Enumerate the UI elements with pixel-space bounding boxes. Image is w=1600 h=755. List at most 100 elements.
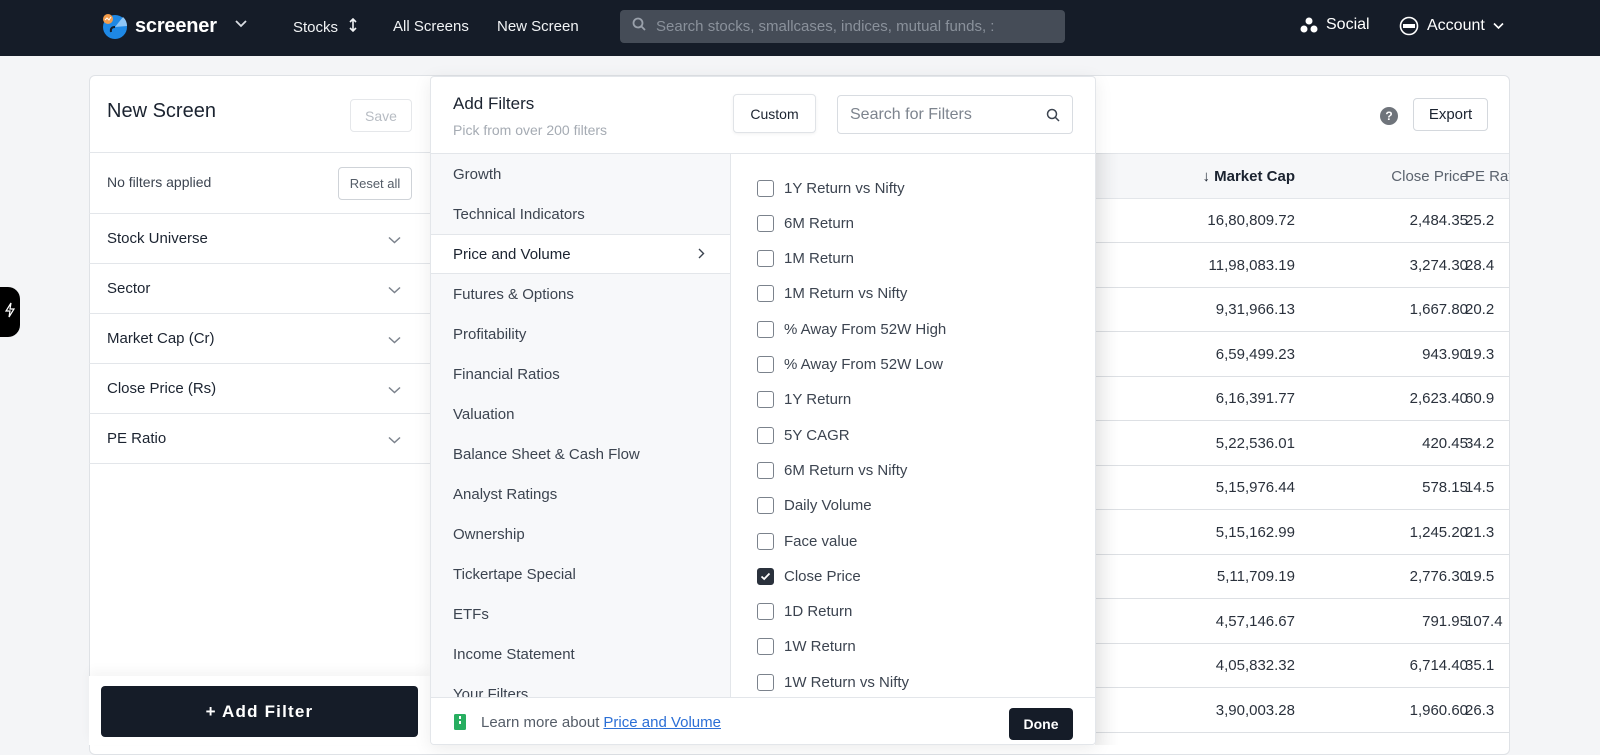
filters-sidebar: New Screen Save No filters applied Reset… bbox=[89, 75, 431, 755]
checkbox-checked[interactable] bbox=[757, 567, 774, 585]
filter-accordion-item[interactable]: Stock Universe bbox=[89, 214, 431, 264]
table-row[interactable]: 6,59,499.23 943.90 19.3 bbox=[1095, 333, 1509, 377]
checkbox[interactable] bbox=[757, 250, 774, 268]
filter-accordion-item[interactable]: Market Cap (Cr) bbox=[89, 314, 431, 364]
filter-option[interactable]: % Away From 52W Low bbox=[757, 353, 943, 377]
checkbox[interactable] bbox=[757, 285, 774, 303]
cell-market-cap: 16,80,809.72 bbox=[1207, 212, 1295, 229]
table-row[interactable]: 5,11,709.19 2,776.30 19.5 bbox=[1095, 555, 1509, 599]
table-row[interactable]: 5,22,536.01 420.45 34.2 bbox=[1095, 422, 1509, 466]
nav-account[interactable]: Account bbox=[1399, 16, 1504, 36]
filter-option[interactable]: 1W Return bbox=[757, 635, 856, 659]
column-header-market-cap[interactable]: ↓ Market Cap bbox=[1202, 168, 1295, 185]
table-row[interactable]: 16,80,809.72 2,484.35 25.2 bbox=[1095, 199, 1509, 243]
cell-close-price: 2,484.35 bbox=[1409, 212, 1468, 229]
checkbox[interactable] bbox=[757, 426, 774, 444]
filter-category[interactable]: Tickertape Special bbox=[431, 554, 730, 594]
table-row[interactable]: 5,15,162.99 1,245.20 21.3 bbox=[1095, 511, 1509, 555]
cell-pe-ratio: 19.5 bbox=[1465, 568, 1495, 585]
filter-option[interactable]: 1M Return vs Nifty bbox=[757, 282, 907, 306]
save-button[interactable]: Save bbox=[350, 99, 412, 132]
filter-category-label: Valuation bbox=[453, 405, 515, 423]
table-row[interactable]: 9,31,966.13 1,667.80 20.2 bbox=[1095, 288, 1509, 332]
table-row[interactable]: 3,90,003.28 1,960.60 26.3 bbox=[1095, 689, 1509, 733]
cell-pe-ratio: 26.3 bbox=[1465, 701, 1495, 719]
checkbox[interactable] bbox=[757, 391, 774, 409]
filter-search[interactable] bbox=[837, 95, 1073, 134]
filter-category[interactable]: Income Statement bbox=[431, 634, 730, 674]
filter-category[interactable]: Ownership bbox=[431, 514, 730, 554]
nav-social[interactable]: Social bbox=[1300, 16, 1370, 34]
filter-option[interactable]: 1Y Return bbox=[757, 388, 851, 412]
cell-market-cap: 3,90,003.28 bbox=[1215, 701, 1295, 719]
filter-category-label: Balance Sheet & Cash Flow bbox=[453, 445, 640, 463]
cell-close-price: 1,960.60 bbox=[1409, 701, 1468, 719]
filter-option[interactable]: Daily Volume bbox=[757, 494, 872, 518]
brand-menu-chevron-icon[interactable] bbox=[234, 16, 248, 32]
cell-close-price: 3,274.30 bbox=[1409, 256, 1468, 274]
filter-category[interactable]: Growth bbox=[431, 154, 730, 194]
global-search-input[interactable] bbox=[656, 18, 1026, 35]
export-button[interactable]: Export bbox=[1413, 98, 1488, 131]
chevron-down-icon bbox=[388, 331, 401, 348]
checkbox[interactable] bbox=[757, 356, 774, 373]
filter-search-input[interactable] bbox=[850, 105, 1040, 124]
column-header-pe-ratio[interactable]: PE Ratio bbox=[1465, 168, 1509, 185]
done-button[interactable]: Done bbox=[1009, 708, 1073, 740]
filter-category[interactable]: Valuation bbox=[431, 394, 730, 434]
table-row[interactable]: 5,15,976.44 578.15 14.5 bbox=[1095, 466, 1509, 510]
table-row[interactable]: 4,05,832.32 6,714.40 35.1 bbox=[1095, 644, 1509, 688]
filter-option[interactable]: 5Y CAGR bbox=[757, 423, 850, 447]
filter-category[interactable]: Analyst Ratings bbox=[431, 474, 730, 514]
filter-category[interactable]: ETFs bbox=[431, 594, 730, 634]
filter-option[interactable]: % Away From 52W High bbox=[757, 317, 946, 341]
filter-category[interactable]: Financial Ratios bbox=[431, 354, 730, 394]
filter-option-label: 1W Return bbox=[784, 638, 856, 656]
custom-filter-button[interactable]: Custom bbox=[733, 94, 816, 133]
filter-category[interactable]: Technical Indicators bbox=[431, 194, 730, 234]
checkbox[interactable] bbox=[757, 461, 774, 479]
checkbox[interactable] bbox=[757, 603, 774, 621]
help-icon[interactable]: ? bbox=[1380, 107, 1398, 125]
filter-option[interactable]: 1W Return vs Nifty bbox=[757, 670, 909, 694]
filter-option[interactable]: 6M Return vs Nifty bbox=[757, 458, 907, 482]
global-search[interactable] bbox=[620, 10, 1065, 43]
filter-category[interactable]: Your Filters bbox=[431, 674, 730, 698]
filter-category[interactable]: Profitability bbox=[431, 314, 730, 354]
column-header-close-price[interactable]: Close Price bbox=[1391, 168, 1468, 185]
checkbox[interactable] bbox=[757, 179, 774, 197]
cell-market-cap: 9,31,966.13 bbox=[1215, 301, 1295, 318]
nav-all-screens[interactable]: All Screens bbox=[393, 18, 469, 35]
checkbox[interactable] bbox=[757, 673, 774, 691]
checkbox[interactable] bbox=[757, 638, 774, 656]
filter-category[interactable]: Futures & Options bbox=[431, 274, 730, 314]
floating-side-tab[interactable] bbox=[0, 287, 20, 337]
learn-more-link[interactable]: Price and Volume bbox=[603, 714, 721, 731]
reset-all-button[interactable]: Reset all bbox=[338, 167, 412, 200]
nav-stocks[interactable]: Stocks bbox=[293, 17, 358, 36]
add-filter-button[interactable]: + Add Filter bbox=[101, 686, 418, 737]
filter-option[interactable]: Face value bbox=[757, 529, 857, 553]
chevron-right-icon bbox=[698, 246, 705, 262]
filter-accordion-item[interactable]: Sector bbox=[89, 264, 431, 314]
checkbox[interactable] bbox=[757, 497, 774, 515]
filter-category-active[interactable]: Price and Volume bbox=[431, 234, 730, 274]
nav-new-screen[interactable]: New Screen bbox=[497, 18, 579, 35]
filter-option[interactable]: 1Y Return vs Nifty bbox=[757, 176, 905, 200]
brand-logo[interactable]: screener bbox=[101, 12, 217, 40]
filter-option[interactable]: 1M Return bbox=[757, 247, 854, 271]
filter-category[interactable]: Balance Sheet & Cash Flow bbox=[431, 434, 730, 474]
table-row[interactable]: 4,57,146.67 791.95 107.4 bbox=[1095, 600, 1509, 644]
filter-option[interactable]: Close Price bbox=[757, 564, 861, 588]
filter-accordion-item[interactable]: Close Price (Rs) bbox=[89, 364, 431, 414]
checkbox[interactable] bbox=[757, 214, 774, 232]
filter-option-label: Daily Volume bbox=[784, 497, 872, 515]
filter-option-label: Close Price bbox=[784, 567, 861, 585]
checkbox[interactable] bbox=[757, 320, 774, 338]
table-row[interactable]: 11,98,083.19 3,274.30 28.4 bbox=[1095, 244, 1509, 288]
filter-option[interactable]: 6M Return bbox=[757, 211, 854, 235]
filter-option[interactable]: 1D Return bbox=[757, 600, 852, 624]
table-row[interactable]: 6,16,391.77 2,623.40 60.9 bbox=[1095, 377, 1509, 421]
checkbox[interactable] bbox=[757, 532, 774, 550]
filter-accordion-item[interactable]: PE Ratio bbox=[89, 414, 431, 464]
